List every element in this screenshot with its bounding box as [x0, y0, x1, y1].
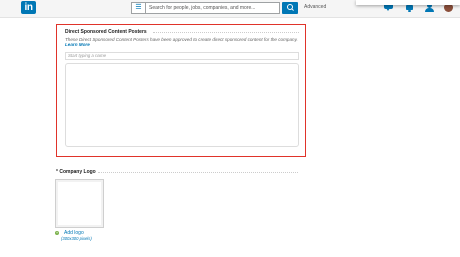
- linkedin-logo[interactable]: in: [21, 1, 36, 14]
- company-logo-preview[interactable]: [55, 179, 104, 228]
- advanced-search-link[interactable]: Advanced: [304, 4, 326, 10]
- search-input[interactable]: Search for people, jobs, companies, and …: [146, 2, 280, 14]
- poster-list-box: [65, 63, 299, 147]
- search-button[interactable]: [282, 2, 298, 14]
- section-divider: [153, 32, 299, 33]
- learn-more-link[interactable]: Learn More: [65, 42, 90, 47]
- logo-size-hint: (300x300 pixels): [61, 236, 92, 241]
- description-text: These Direct Sponsored Content Posters h…: [65, 37, 298, 42]
- company-logo-label: * Company Logo: [56, 169, 96, 175]
- section-description: These Direct Sponsored Content Posters h…: [65, 37, 299, 47]
- search-category-button[interactable]: ☰: [131, 2, 146, 14]
- required-marker: *: [56, 169, 58, 175]
- list-icon: ☰: [135, 4, 142, 11]
- section-title: Direct Sponsored Content Posters: [65, 29, 147, 35]
- dropdown-panel: [356, 0, 460, 5]
- sponsored-content-posters-section: Direct Sponsored Content Posters These D…: [56, 24, 306, 157]
- poster-name-input[interactable]: Start typing a name: [65, 52, 299, 60]
- company-logo-divider: [98, 172, 298, 173]
- company-logo-title: Company Logo: [59, 169, 96, 175]
- plus-icon: +: [55, 229, 59, 235]
